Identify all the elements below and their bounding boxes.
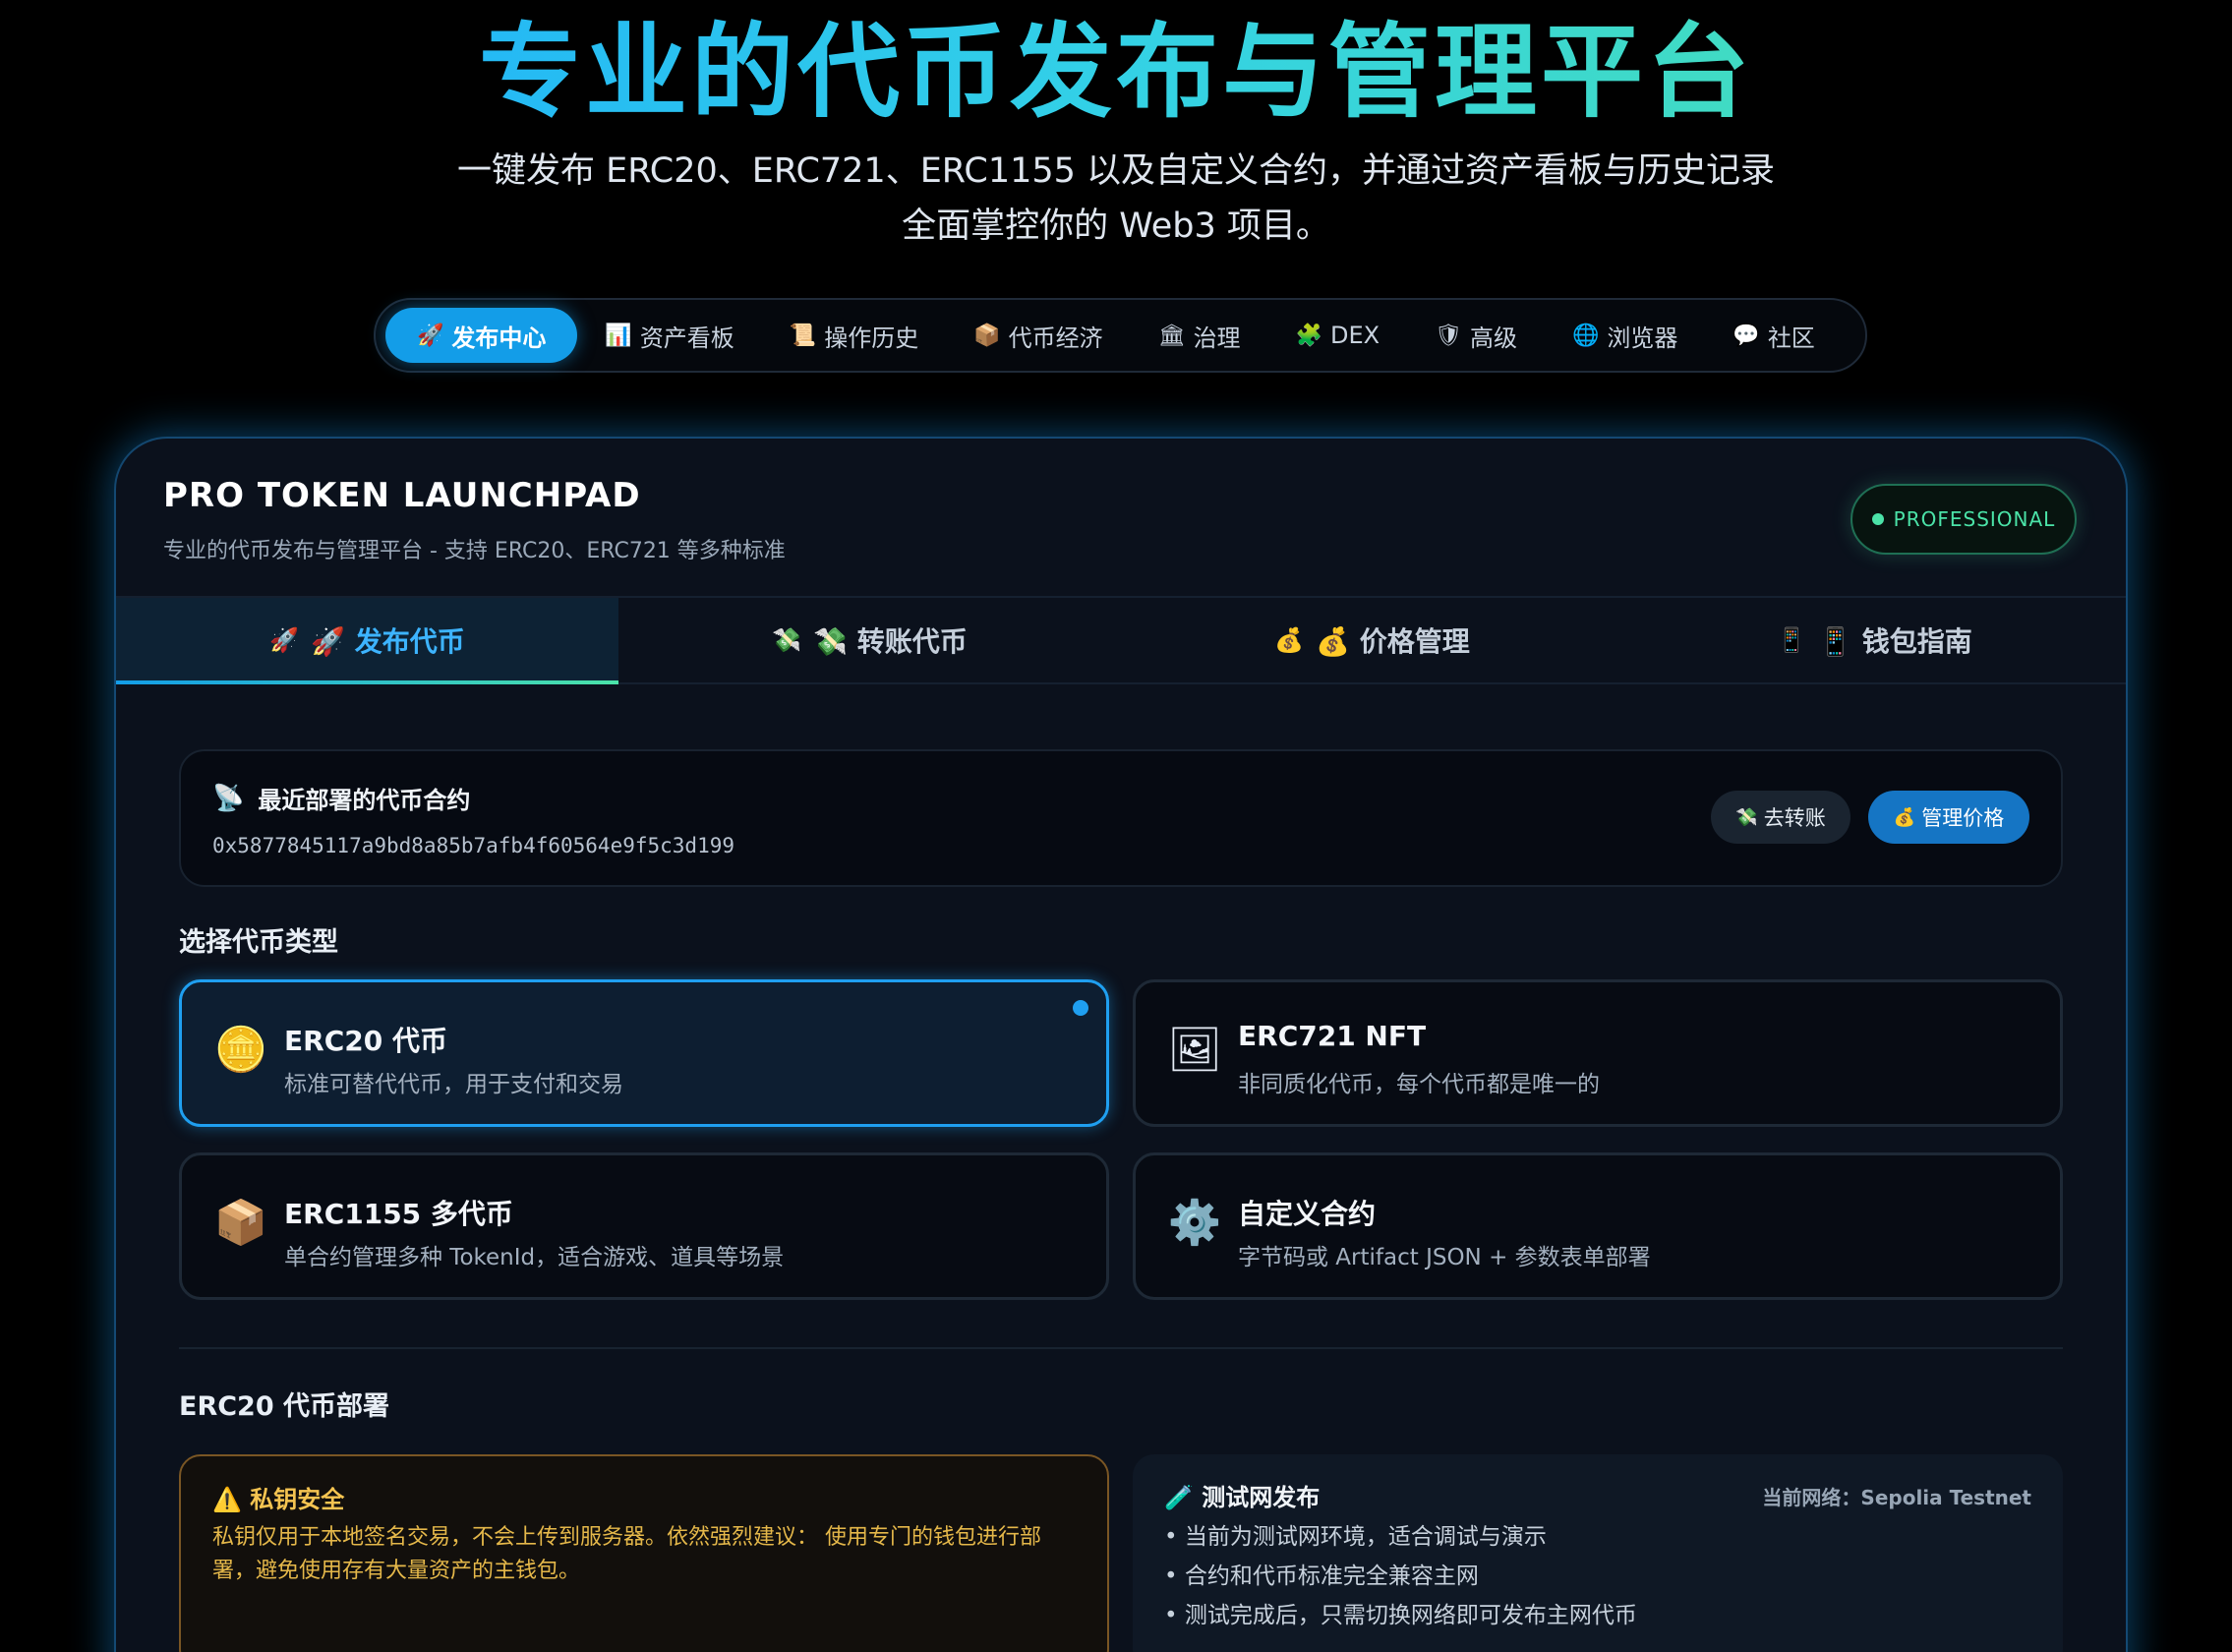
nav-item-explorer[interactable]: 🌐 浏览器 (1545, 308, 1705, 363)
warning-text: 私钥仅用于本地签名交易，不会上传到服务器。依然强烈建议： 使用专门的钱包进行部署… (212, 1525, 1041, 1583)
tab-transfer-token[interactable]: 💸 💸 转账代币 (618, 598, 1121, 682)
money-wings-icon: 💸 (1735, 806, 1758, 828)
package-icon: 📦 (973, 323, 1001, 348)
money-bag-icon: 💰 (1893, 806, 1916, 828)
nav-item-label: 代币经济 (1008, 324, 1103, 352)
list-item: 当前为测试网环境，适合调试与演示 (1164, 1517, 1637, 1557)
nav-item-history[interactable]: 📜 操作历史 (762, 308, 946, 363)
scroll-icon: 📜 (789, 323, 817, 348)
selected-indicator-icon (1073, 1000, 1088, 1016)
tab-label: 🚀 发布代币 (311, 625, 465, 658)
nav-item-tokenomics[interactable]: 📦 代币经济 (946, 308, 1130, 363)
deploy-heading: ERC20 代币部署 (179, 1391, 390, 1422)
rocket-icon: 🚀 (269, 626, 300, 654)
token-type-name: 自定义合约 (1238, 1198, 1377, 1230)
nav-item-label: 资产看板 (639, 324, 734, 352)
button-label: 管理价格 (1921, 806, 2005, 830)
private-key-warning: ⚠️ 私钥安全 私钥仅用于本地签名交易，不会上传到服务器。依然强烈建议： 使用专… (179, 1454, 1109, 1652)
nav-item-label: 社区 (1767, 324, 1815, 352)
section-divider (179, 1347, 2063, 1349)
speech-bubble-icon: 💬 (1733, 323, 1760, 348)
tab-label: 📱 钱包指南 (1818, 625, 1972, 658)
globe-icon: 🌐 (1572, 323, 1600, 348)
go-transfer-button[interactable]: 💸 去转账 (1711, 791, 1850, 844)
nav-item-label: 高级 (1470, 324, 1517, 352)
status-dot-icon (1871, 513, 1884, 525)
list-item: 合约和代币标准完全兼容主网 (1164, 1557, 1637, 1596)
puzzle-icon: 🧩 (1295, 323, 1322, 348)
launchpad-card: PRO TOKEN LAUNCHPAD 专业的代币发布与管理平台 - 支持 ER… (116, 439, 2126, 1652)
package-icon: 📦 (213, 1198, 268, 1248)
token-type-desc: 字节码或 Artifact JSON + 参数表单部署 (1238, 1245, 1651, 1270)
tab-label: 💸 转账代币 (813, 625, 968, 658)
recent-contract-panel: 📡 最近部署的代币合约 0x5877845117a9bd8a85b7afb4f6… (179, 749, 2063, 887)
token-type-heading: 选择代币类型 (179, 927, 338, 958)
tab-wallet-guide[interactable]: 📱 📱 钱包指南 (1623, 598, 2126, 682)
bank-icon: 🏛 (1157, 323, 1186, 348)
function-tabs: 🚀 🚀 发布代币 💸 💸 转账代币 💰 💰 价格管理 📱 📱 钱包指南 (116, 596, 2126, 684)
money-bag-icon: 💰 (1274, 626, 1305, 654)
top-nav: 🚀 发布中心 📊 资产看板 📜 操作历史 📦 代币经济 🏛 治理 🧩 DEX 🛡… (374, 298, 1867, 373)
token-type-desc: 非同质化代币，每个代币都是唯一的 (1238, 1072, 1600, 1097)
testnet-info-panel: 🧪 测试网发布 当前网络：Sepolia Testnet 当前为测试网环境，适合… (1133, 1454, 2063, 1652)
nav-item-dex[interactable]: 🧩 DEX (1268, 308, 1408, 363)
manage-price-button[interactable]: 💰 管理价格 (1868, 791, 2029, 844)
current-network: 当前网络：Sepolia Testnet (1762, 1486, 2031, 1509)
card-subtitle: 专业的代币发布与管理平台 - 支持 ERC20、ERC721 等多种标准 (163, 539, 786, 563)
nav-item-label: 治理 (1193, 324, 1241, 352)
warning-title: ⚠️ 私钥安全 (212, 1486, 345, 1513)
token-type-desc: 标准可替代代币，用于支付和交易 (284, 1072, 623, 1097)
hero-subtitle: 一键发布 ERC20、ERC721、ERC1155 以及自定义合约，并通过资产看… (0, 144, 2232, 254)
nav-item-asset-dashboard[interactable]: 📊 资产看板 (577, 308, 761, 363)
token-type-desc: 单合约管理多种 TokenId，适合游戏、道具等场景 (284, 1245, 785, 1270)
token-type-name: ERC1155 多代币 (284, 1198, 513, 1230)
testnet-points: 当前为测试网环境，适合调试与演示 合约和代币标准完全兼容主网 测试完成后，只需切… (1164, 1517, 1637, 1635)
card-title: PRO TOKEN LAUNCHPAD (163, 476, 641, 515)
nav-item-advanced[interactable]: 🛡 高级 (1407, 308, 1545, 363)
token-type-name: ERC721 NFT (1238, 1020, 1427, 1052)
gear-icon: ⚙️ (1167, 1198, 1222, 1248)
token-type-erc721[interactable]: 🖼 ERC721 NFT 非同质化代币，每个代币都是唯一的 (1133, 979, 2063, 1127)
hero-subtitle-line-1: 一键发布 ERC20、ERC721、ERC1155 以及自定义合约，并通过资产看… (456, 151, 1776, 191)
coin-icon: 🪙 (213, 1025, 268, 1075)
nav-item-community[interactable]: 💬 社区 (1705, 308, 1842, 363)
recent-contract-title: 📡 最近部署的代币合约 (212, 781, 470, 815)
testnet-title: 🧪 测试网发布 (1164, 1484, 1321, 1511)
shield-icon: 🛡 (1435, 323, 1462, 348)
contract-address: 0x5877845117a9bd8a85b7afb4f60564e9f5c3d1… (212, 834, 735, 857)
page: 专业的代币发布与管理平台 一键发布 ERC20、ERC721、ERC1155 以… (0, 0, 2232, 1652)
nav-item-governance[interactable]: 🏛 治理 (1131, 308, 1268, 363)
recent-contract-title-text: 最近部署的代币合约 (258, 787, 471, 814)
nav-item-label: 发布中心 (451, 324, 547, 352)
hero-title: 专业的代币发布与管理平台 (0, 8, 2232, 136)
framed-picture-icon: 🖼 (1167, 1025, 1222, 1075)
money-wings-icon: 💸 (772, 626, 802, 654)
rocket-icon: 🚀 (417, 323, 444, 348)
chart-icon: 📊 (605, 323, 632, 348)
tab-launch-token[interactable]: 🚀 🚀 发布代币 (116, 598, 618, 684)
nav-item-label: DEX (1329, 322, 1380, 349)
nav-item-launch-center[interactable]: 🚀 发布中心 (385, 308, 578, 363)
card-header: PRO TOKEN LAUNCHPAD 专业的代币发布与管理平台 - 支持 ER… (163, 476, 786, 564)
token-type-name: ERC20 代币 (284, 1025, 447, 1057)
tab-price-management[interactable]: 💰 💰 价格管理 (1121, 598, 1623, 682)
list-item: 测试完成后，只需切换网络即可发布主网代币 (1164, 1596, 1637, 1635)
tab-label: 💰 价格管理 (1316, 625, 1470, 658)
token-type-erc1155[interactable]: 📦 ERC1155 多代币 单合约管理多种 TokenId，适合游戏、道具等场景 (179, 1152, 1109, 1300)
nav-item-label: 浏览器 (1607, 324, 1678, 352)
token-type-erc20[interactable]: 🪙 ERC20 代币 标准可替代代币，用于支付和交易 (179, 979, 1109, 1127)
token-type-custom[interactable]: ⚙️ 自定义合约 字节码或 Artifact JSON + 参数表单部署 (1133, 1152, 2063, 1300)
satellite-icon: 📡 (212, 783, 245, 813)
button-label: 去转账 (1763, 806, 1826, 830)
nav-item-label: 操作历史 (824, 324, 919, 352)
hero-subtitle-line-2: 全面掌控你的 Web3 项目。 (902, 206, 1330, 246)
professional-badge: PROFESSIONAL (1850, 484, 2077, 555)
badge-label: PROFESSIONAL (1893, 507, 2056, 531)
mobile-phone-icon: 📱 (1777, 626, 1807, 654)
